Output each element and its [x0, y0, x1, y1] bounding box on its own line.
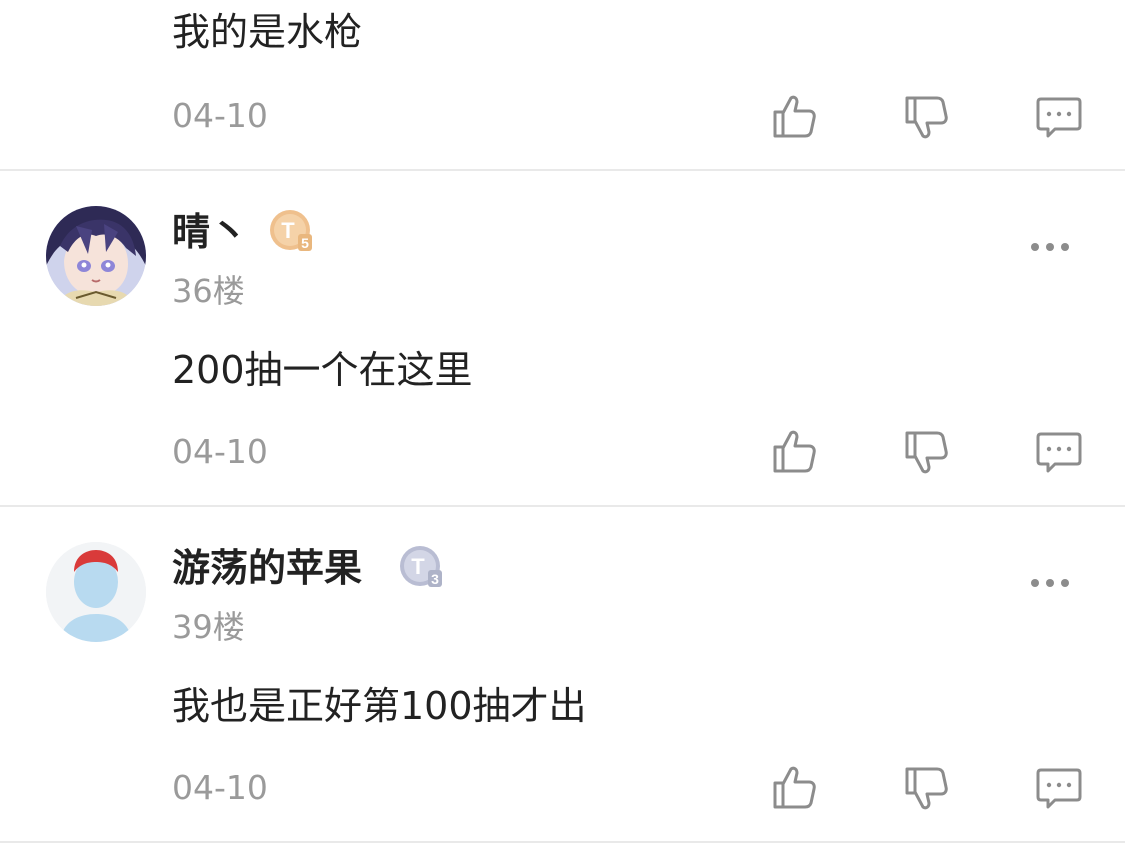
thumbs-up-icon	[773, 766, 816, 809]
avatar[interactable]	[46, 206, 146, 306]
svg-text:T: T	[411, 554, 425, 579]
divider	[0, 841, 1125, 843]
like-button[interactable]	[771, 92, 819, 140]
like-button[interactable]	[771, 763, 819, 811]
comment-date: 04-10	[172, 768, 268, 807]
floor-number: 36楼	[172, 272, 245, 310]
anime-avatar-image	[46, 206, 146, 306]
like-button[interactable]	[771, 427, 819, 475]
comment-content: 我也是正好第100抽才出	[172, 684, 587, 728]
svg-text:5: 5	[301, 235, 309, 251]
comment-item: 我的是水枪 04-10	[0, 0, 1125, 170]
avatar[interactable]	[46, 542, 146, 642]
comment-content: 我的是水枪	[172, 10, 363, 54]
more-dots-icon	[1031, 243, 1069, 251]
comment-date: 04-10	[172, 96, 268, 135]
reply-button[interactable]	[1035, 93, 1083, 141]
floor-number: 39楼	[172, 608, 245, 646]
svg-text:T: T	[281, 218, 295, 243]
reply-button[interactable]	[1035, 764, 1083, 812]
dislike-button[interactable]	[903, 94, 951, 142]
comment-icon	[1036, 432, 1082, 473]
thumbs-up-icon	[773, 430, 816, 473]
thumbs-down-icon	[905, 96, 948, 139]
more-dots-icon	[1031, 579, 1069, 587]
thumbs-down-icon	[905, 431, 948, 474]
thumbs-down-icon	[905, 767, 948, 810]
comment-date: 04-10	[172, 432, 268, 471]
level-badge-icon: T 3	[400, 546, 442, 587]
comment-icon	[1036, 97, 1082, 138]
username[interactable]: 游荡的苹果	[172, 544, 362, 592]
comment-icon	[1036, 768, 1082, 809]
comment-item: 晴丶 T 5 36楼 200抽一个在这里 04-10	[0, 171, 1125, 505]
comment-content: 200抽一个在这里	[172, 348, 473, 392]
more-button[interactable]	[1030, 574, 1070, 587]
comment-item: 游荡的苹果 T 3 39楼 我也是正好第100抽才出 04-10	[0, 507, 1125, 841]
thumbs-up-icon	[773, 95, 816, 138]
username[interactable]: 晴丶	[172, 208, 248, 256]
level-badge-icon: T 5	[270, 210, 312, 251]
level-badge: T 3	[398, 544, 444, 590]
default-avatar-image	[46, 542, 146, 642]
svg-text:3: 3	[431, 571, 439, 587]
dislike-button[interactable]	[903, 765, 951, 813]
reply-button[interactable]	[1035, 428, 1083, 476]
level-badge: T 5	[268, 208, 314, 254]
dislike-button[interactable]	[903, 429, 951, 477]
more-button[interactable]	[1030, 238, 1070, 251]
